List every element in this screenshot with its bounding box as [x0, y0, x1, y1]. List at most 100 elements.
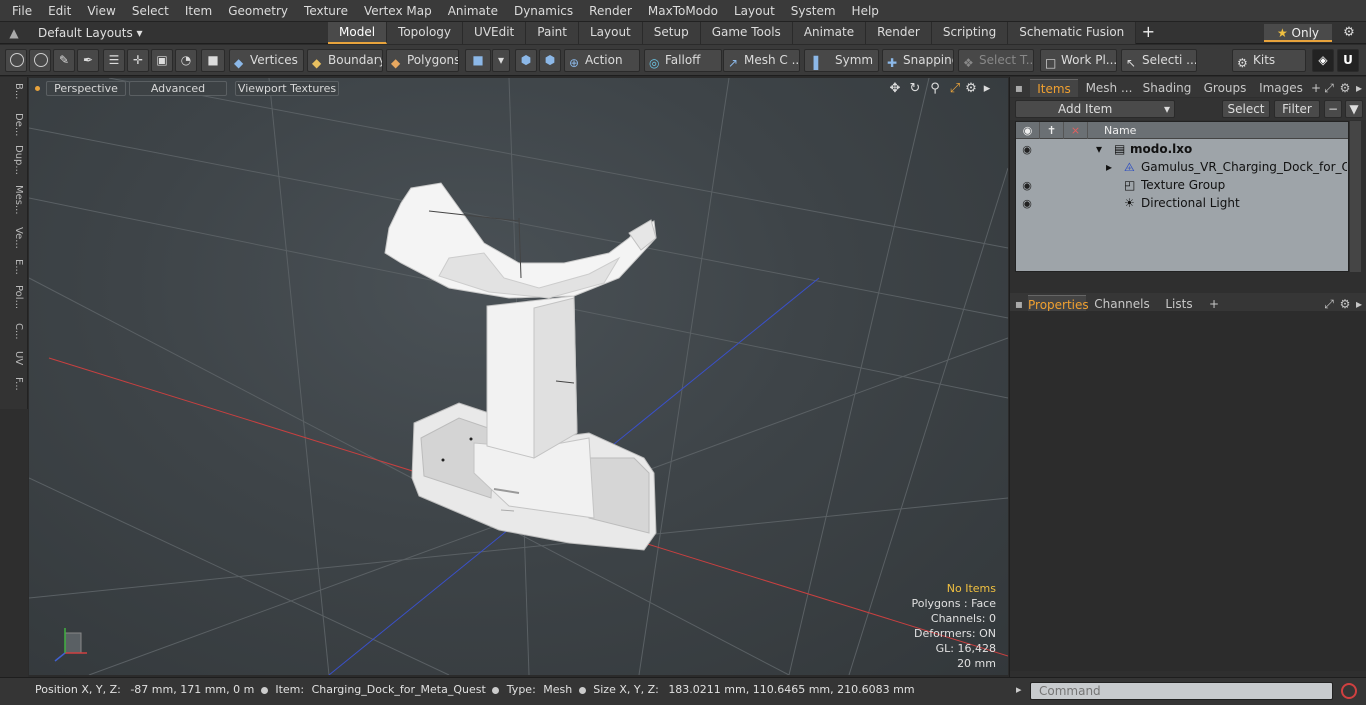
mesh-mode-button[interactable]: ■	[201, 49, 225, 72]
move-view-icon[interactable]: ✥	[887, 81, 903, 97]
list-item[interactable]: ▸ ⨹ Gamulus_VR_Charging_Dock_for_Oculu .…	[1016, 158, 1348, 176]
eye-icon[interactable]: ◉	[1020, 195, 1034, 210]
pen-button[interactable]: ✎	[53, 49, 75, 72]
filter-button[interactable]: Filter	[1274, 100, 1320, 118]
maximize-icon[interactable]: ⤢	[947, 81, 963, 97]
tab-mesh[interactable]: Mesh ...	[1084, 79, 1134, 97]
strip-tab-fusion[interactable]: F...	[4, 377, 24, 405]
funnel-icon[interactable]: ▼	[1345, 100, 1363, 118]
mesh-constraint-button[interactable]: ↗ Mesh C ...	[723, 49, 800, 72]
selection-sets-button[interactable]: ↖ Selecti ...	[1121, 49, 1197, 72]
brush-button[interactable]: ✒	[77, 49, 99, 72]
tab-render[interactable]: Render	[866, 22, 932, 44]
item-mode-button[interactable]: ■	[465, 49, 491, 72]
viewport-gear-icon[interactable]: ⚙	[963, 81, 979, 97]
kits-button[interactable]: ⚙ Kits	[1232, 49, 1306, 72]
tab-setup[interactable]: Setup	[642, 22, 701, 44]
perspective-button[interactable]: Perspective	[46, 81, 126, 96]
zoom-icon[interactable]: ⚲	[927, 81, 943, 97]
boundary-button[interactable]: ◆ Boundary	[307, 49, 383, 72]
align-button[interactable]: ☰	[103, 49, 125, 72]
record-icon[interactable]	[1341, 683, 1357, 699]
panel-gear-icon[interactable]: ⚙	[1338, 79, 1352, 97]
center-button[interactable]: ✛	[127, 49, 149, 72]
panel-grip-icon[interactable]: ▪	[1014, 79, 1024, 97]
orbit-icon[interactable]: ↻	[907, 81, 923, 97]
expand-arrow-icon[interactable]: ▸	[979, 81, 995, 97]
menu-system[interactable]: System	[783, 0, 844, 22]
symmetry-button[interactable]: ▐Symm ...	[804, 49, 879, 72]
add-tab-icon[interactable]: +	[1310, 79, 1322, 97]
gear-icon[interactable]: ⚙	[1338, 22, 1360, 44]
unity-button[interactable]: ◈	[1312, 49, 1334, 72]
polygons-button[interactable]: ◆ Polygons	[386, 49, 459, 72]
item-list-scrollbar[interactable]	[1350, 121, 1361, 272]
tab-animate[interactable]: Animate	[792, 22, 867, 44]
menu-geometry[interactable]: Geometry	[220, 0, 296, 22]
menu-render[interactable]: Render	[581, 0, 640, 22]
eye-icon[interactable]: ◉	[1020, 141, 1034, 156]
material-button[interactable]: ⬢	[515, 49, 537, 72]
tab-schematic-fusion[interactable]: Schematic Fusion	[1008, 22, 1137, 44]
menu-edit[interactable]: Edit	[40, 0, 79, 22]
strip-tab-curve[interactable]: C...	[4, 323, 24, 347]
menu-file[interactable]: File	[4, 0, 40, 22]
collapse-icon[interactable]: −	[1324, 100, 1342, 118]
list-item[interactable]: ◉ ☀ Directional Light	[1016, 194, 1348, 212]
advanced-button[interactable]: Advanced	[129, 81, 227, 96]
unreal-button[interactable]: U	[1337, 49, 1359, 72]
strip-tab-duplicate[interactable]: Dup...	[4, 145, 24, 181]
snapping-button[interactable]: ✚ Snapping	[882, 49, 954, 72]
menu-help[interactable]: Help	[844, 0, 887, 22]
list-item[interactable]: ◉ ◰ Texture Group	[1016, 176, 1348, 194]
add-item-button[interactable]: Add Item ▾	[1015, 100, 1175, 118]
menu-texture[interactable]: Texture	[296, 0, 356, 22]
rotate-button[interactable]: ◔	[175, 49, 197, 72]
eye-icon[interactable]: ◉	[1020, 177, 1034, 192]
strip-tab-edge[interactable]: E...	[4, 259, 24, 281]
select-button[interactable]: Select	[1222, 100, 1270, 118]
menu-view[interactable]: View	[79, 0, 123, 22]
tab-scripting[interactable]: Scripting	[931, 22, 1009, 44]
texture-button[interactable]: ⬢	[539, 49, 561, 72]
expand-arrow-icon[interactable]: ▾	[1096, 140, 1102, 158]
sphere-button[interactable]	[29, 49, 51, 72]
item-mode-dropdown[interactable]: ▾	[492, 49, 510, 72]
tab-shading[interactable]: Shading	[1140, 79, 1194, 97]
work-plane-button[interactable]: □ Work Pl...	[1040, 49, 1117, 72]
strip-tab-vertex[interactable]: Ve...	[4, 227, 24, 257]
name-column-header[interactable]: Name	[1088, 122, 1348, 139]
strip-tab-uv[interactable]: UV	[4, 351, 24, 373]
expand-arrow-icon[interactable]: ▸	[1106, 158, 1112, 176]
strip-tab-deform[interactable]: De...	[4, 113, 24, 139]
vertices-button[interactable]: ◆ Vertices	[229, 49, 304, 72]
list-item[interactable]: ◉ ▾ ▤ modo.lxo	[1016, 140, 1348, 158]
menu-vertex-map[interactable]: Vertex Map	[356, 0, 440, 22]
tab-topology[interactable]: Topology	[387, 22, 464, 44]
maximize-panel-icon[interactable]: ⤢	[1322, 79, 1336, 97]
panel-arrow-icon[interactable]: ▸	[1353, 79, 1365, 97]
tab-paint[interactable]: Paint	[526, 22, 579, 44]
select-circle-button[interactable]	[5, 49, 27, 72]
tab-model[interactable]: Model	[328, 22, 388, 44]
strip-tab-mesh-edit[interactable]: Mes...	[4, 185, 24, 221]
menu-select[interactable]: Select	[124, 0, 177, 22]
command-input[interactable]	[1030, 682, 1333, 700]
layout-home-icon[interactable]: ▲	[0, 26, 28, 40]
tab-uvedit[interactable]: UVEdit	[463, 22, 527, 44]
viewport-textures-button[interactable]: Viewport Textures	[235, 81, 339, 96]
menu-dynamics[interactable]: Dynamics	[506, 0, 581, 22]
tab-images[interactable]: Images	[1256, 79, 1306, 97]
menu-maxtomodo[interactable]: MaxToModo	[640, 0, 726, 22]
strip-tab-basic[interactable]: B...	[4, 83, 24, 109]
3d-viewport[interactable]: Perspective Advanced Viewport Textures ✥…	[29, 78, 1008, 675]
tab-game-tools[interactable]: Game Tools	[700, 22, 793, 44]
lock-column-icon[interactable]: ✝	[1040, 122, 1064, 139]
menu-layout[interactable]: Layout	[726, 0, 783, 22]
select-through-button[interactable]: ❖ Select T...	[958, 49, 1034, 72]
menu-item[interactable]: Item	[177, 0, 220, 22]
tab-items[interactable]: Items	[1030, 79, 1078, 97]
layout-selector[interactable]: Default Layouts ▾	[28, 26, 178, 40]
falloff-button[interactable]: ◎ Falloff	[644, 49, 722, 72]
type-column-icon[interactable]: ⨯	[1064, 122, 1088, 139]
